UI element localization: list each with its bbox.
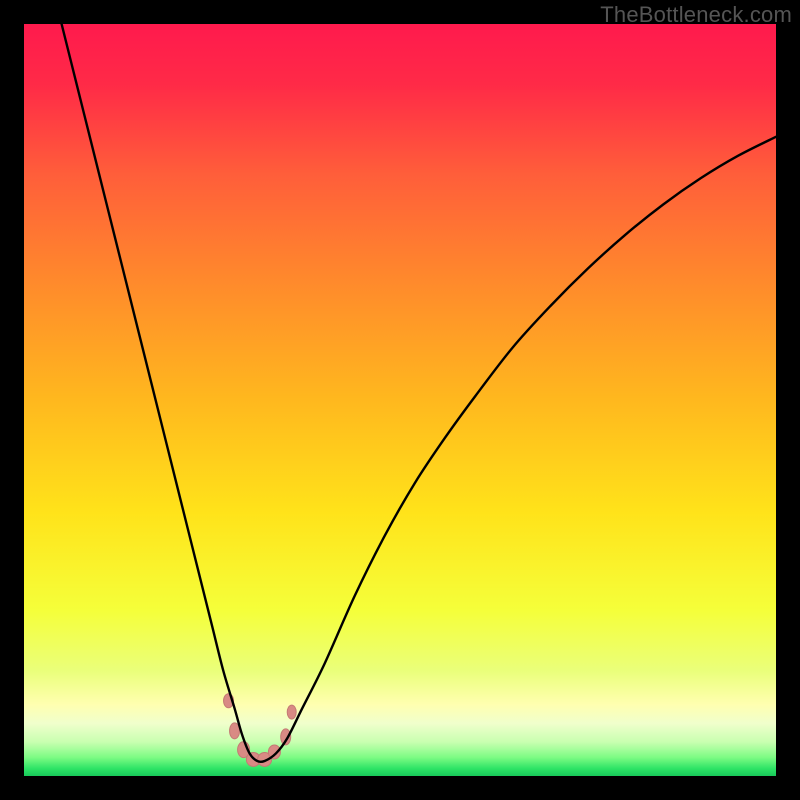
plot-area [24,24,776,776]
trough-marker [287,705,296,719]
outer-frame: TheBottleneck.com [0,0,800,800]
bottleneck-chart [24,24,776,776]
gradient-background [24,24,776,776]
